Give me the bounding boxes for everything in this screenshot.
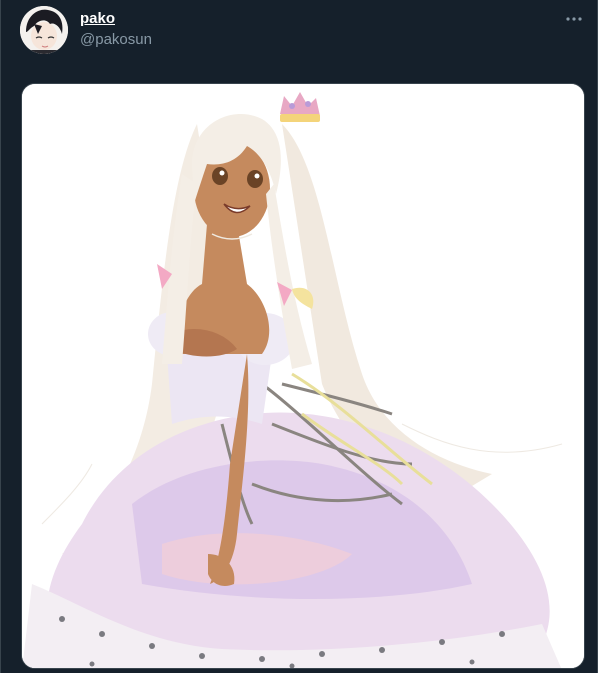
author-names: pako @pakosun xyxy=(80,10,152,50)
more-horizontal-icon xyxy=(566,17,582,21)
tweet-header: pako @pakosun xyxy=(1,0,598,70)
avatar-image xyxy=(20,6,68,54)
tweet-card: pako @pakosun xyxy=(0,0,598,673)
display-name[interactable]: pako xyxy=(80,10,152,28)
tweet-media-image[interactable] xyxy=(21,83,585,669)
user-handle[interactable]: @pakosun xyxy=(80,30,152,50)
avatar[interactable] xyxy=(20,6,68,54)
more-button[interactable] xyxy=(559,8,589,30)
illustration-image xyxy=(22,84,584,668)
